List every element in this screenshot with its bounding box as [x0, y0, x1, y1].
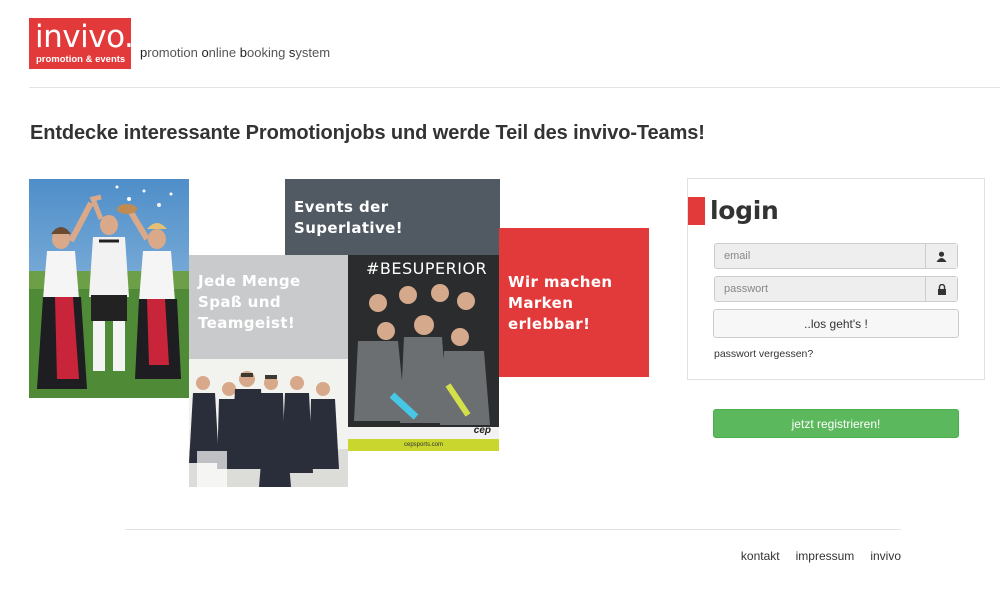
- header-divider: [29, 87, 1000, 88]
- email-group: [714, 243, 958, 269]
- logo-subline: promotion & events: [36, 54, 126, 65]
- tile-marken: Wir machen Marken erlebbar!: [499, 228, 649, 377]
- login-accent-bar: [688, 197, 705, 225]
- footer-link-impressum[interactable]: impressum: [796, 549, 855, 563]
- invivo-logo[interactable]: invivo. promotion & events: [29, 18, 134, 69]
- photo-team: [189, 359, 348, 487]
- tile-spass-text: Jede Menge Spaß und Teamgeist!: [198, 272, 301, 332]
- lock-icon: [926, 277, 957, 301]
- footer-link-invivo[interactable]: invivo: [870, 549, 901, 563]
- user-icon: [926, 244, 957, 268]
- footer-nav: kontakt impressum invivo: [741, 549, 901, 563]
- cep-url: cepsports.com: [403, 442, 443, 448]
- poster-besuperior: #BESUPERIOR cep cepsports.com: [348, 255, 499, 451]
- tile-events: Events der Superlative!: [285, 179, 500, 255]
- login-title: login: [710, 196, 779, 225]
- login-panel: login ..los geht's ! passwort vergessen?: [687, 178, 985, 380]
- password-input[interactable]: [715, 277, 926, 301]
- email-input[interactable]: [715, 244, 926, 268]
- header: invivo. promotion & events promotion onl…: [0, 0, 1000, 88]
- footer-divider: [125, 529, 901, 530]
- password-group: [714, 276, 958, 302]
- forgot-password-link[interactable]: passwort vergessen?: [714, 348, 813, 360]
- poster-hashtag: #BESUPERIOR: [366, 259, 488, 278]
- page-headline: Entdecke interessante Promotionjobs und …: [30, 122, 705, 144]
- footer-link-kontakt[interactable]: kontakt: [741, 549, 780, 563]
- tagline: promotion online booking system: [140, 45, 331, 60]
- cep-logo: cep: [473, 425, 491, 436]
- tile-spass: Jede Menge Spaß und Teamgeist!: [189, 255, 348, 359]
- photo-oktoberfest: [29, 179, 189, 398]
- register-button[interactable]: jetzt registrieren!: [713, 409, 959, 438]
- logo-wordmark: invivo.: [35, 19, 134, 55]
- tile-events-text: Events der Superlative!: [294, 198, 403, 237]
- login-submit-button[interactable]: ..los geht's !: [713, 309, 959, 338]
- tile-marken-text: Wir machen Marken erlebbar!: [508, 273, 613, 333]
